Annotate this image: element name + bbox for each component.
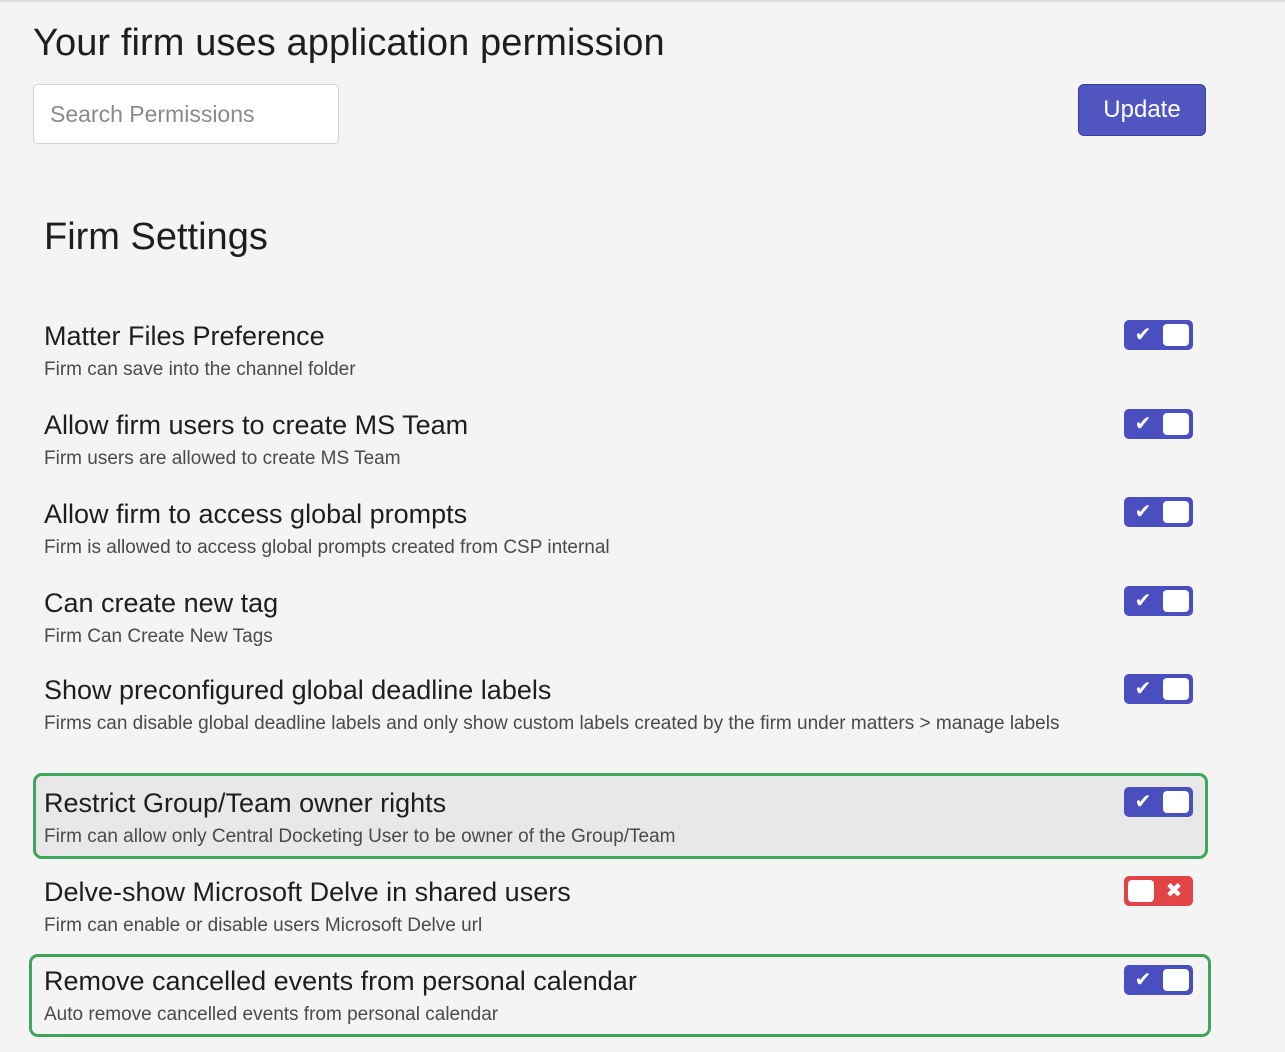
setting-title: Can create new tag bbox=[44, 588, 279, 618]
setting-description: Firm can allow only Central Docketing Us… bbox=[44, 826, 676, 847]
toggle-knob bbox=[1163, 969, 1189, 991]
setting-global-deadline-labels: Show preconfigured global deadline label… bbox=[44, 673, 1194, 737]
setting-remove-cancelled-events: Remove cancelled events from personal ca… bbox=[44, 964, 1194, 1028]
toggle-access-global-prompts[interactable]: ✔ bbox=[1124, 497, 1193, 527]
setting-description: Firm Can Create New Tags bbox=[44, 626, 273, 647]
setting-matter-files-preference: Matter Files Preference Firm can save in… bbox=[44, 319, 1194, 383]
check-icon: ✔ bbox=[1134, 590, 1152, 612]
check-icon: ✔ bbox=[1134, 678, 1152, 700]
setting-description: Firm can save into the channel folder bbox=[44, 359, 356, 380]
setting-access-global-prompts: Allow firm to access global prompts Firm… bbox=[44, 497, 1194, 561]
setting-create-new-tag: Can create new tag Firm Can Create New T… bbox=[44, 586, 1194, 650]
check-icon: ✔ bbox=[1134, 791, 1152, 813]
setting-description: Firms can disable global deadline labels… bbox=[44, 713, 1060, 734]
check-icon: ✔ bbox=[1134, 501, 1152, 523]
setting-delve-shared-users: Delve-show Microsoft Delve in shared use… bbox=[44, 875, 1194, 939]
toggle-knob bbox=[1163, 590, 1189, 612]
setting-title: Restrict Group/Team owner rights bbox=[44, 788, 447, 818]
toggle-allow-create-ms-team[interactable]: ✔ bbox=[1124, 409, 1193, 439]
top-divider bbox=[0, 0, 1285, 2]
check-icon: ✔ bbox=[1134, 324, 1152, 346]
setting-title: Allow firm to access global prompts bbox=[44, 499, 468, 529]
toggle-knob bbox=[1163, 324, 1189, 346]
check-icon: ✔ bbox=[1134, 413, 1152, 435]
toggle-delve-shared-users[interactable]: ✖ bbox=[1124, 876, 1193, 906]
toggle-knob bbox=[1163, 501, 1189, 523]
search-permissions-input[interactable] bbox=[33, 84, 339, 144]
check-icon: ✔ bbox=[1134, 969, 1152, 991]
toggle-knob bbox=[1163, 678, 1189, 700]
toggle-matter-files-preference[interactable]: ✔ bbox=[1124, 320, 1193, 350]
setting-description: Firm can enable or disable users Microso… bbox=[44, 915, 483, 936]
setting-title: Delve-show Microsoft Delve in shared use… bbox=[44, 877, 571, 907]
setting-description: Auto remove cancelled events from person… bbox=[44, 1004, 499, 1025]
setting-title: Remove cancelled events from personal ca… bbox=[44, 966, 637, 996]
section-title: Firm Settings bbox=[44, 216, 268, 258]
toggle-knob bbox=[1163, 413, 1189, 435]
update-button[interactable]: Update bbox=[1078, 84, 1206, 136]
setting-title: Matter Files Preference bbox=[44, 321, 325, 351]
setting-description: Firm users are allowed to create MS Team bbox=[44, 448, 401, 469]
toggle-knob bbox=[1163, 791, 1189, 813]
toggle-create-new-tag[interactable]: ✔ bbox=[1124, 586, 1193, 616]
page-title: Your firm uses application permission bbox=[33, 22, 665, 64]
toggle-knob bbox=[1128, 880, 1154, 902]
setting-description: Firm is allowed to access global prompts… bbox=[44, 537, 610, 558]
x-icon: ✖ bbox=[1165, 880, 1183, 902]
setting-allow-create-ms-team: Allow firm users to create MS Team Firm … bbox=[44, 408, 1194, 472]
toggle-remove-cancelled-events[interactable]: ✔ bbox=[1124, 965, 1193, 995]
setting-restrict-owner-rights: Restrict Group/Team owner rights Firm ca… bbox=[44, 786, 1194, 850]
toggle-global-deadline-labels[interactable]: ✔ bbox=[1124, 674, 1193, 704]
setting-title: Show preconfigured global deadline label… bbox=[44, 675, 552, 705]
setting-title: Allow firm users to create MS Team bbox=[44, 410, 469, 440]
toggle-restrict-owner-rights[interactable]: ✔ bbox=[1124, 787, 1193, 817]
